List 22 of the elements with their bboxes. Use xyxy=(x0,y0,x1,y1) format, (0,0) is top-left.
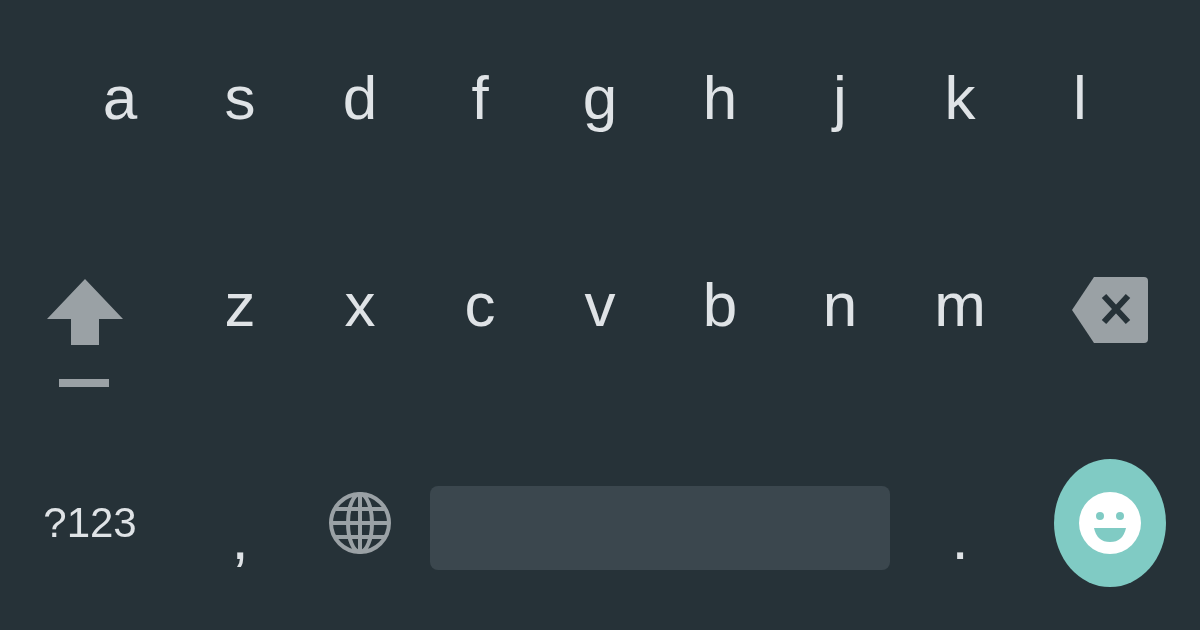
letter-key[interactable]: h xyxy=(702,66,738,129)
letter-key[interactable]: n xyxy=(822,274,858,336)
punctuation-key[interactable]: , xyxy=(231,506,249,569)
letter-key[interactable]: c xyxy=(464,274,496,336)
letter-key[interactable]: z xyxy=(224,274,256,336)
letter-key[interactable]: f xyxy=(471,66,489,129)
smiley-icon xyxy=(1079,491,1141,554)
letter-key[interactable]: l xyxy=(1073,66,1087,129)
letter-key[interactable]: d xyxy=(342,66,378,129)
letter-key[interactable]: m xyxy=(934,274,986,336)
letter-key[interactable]: k xyxy=(944,66,976,129)
punctuation-key[interactable]: . xyxy=(951,506,969,569)
letter-key[interactable]: a xyxy=(102,66,138,129)
backspace-icon xyxy=(1072,277,1148,343)
backspace-key[interactable] xyxy=(1072,277,1148,343)
globe-icon xyxy=(328,490,392,555)
globe-key[interactable] xyxy=(328,490,392,555)
letter-key[interactable]: x xyxy=(344,274,376,336)
symbols-key[interactable]: ?123 xyxy=(43,501,137,544)
letter-key[interactable]: s xyxy=(224,66,256,129)
letter-key[interactable]: v xyxy=(584,274,616,336)
letter-key[interactable]: b xyxy=(702,274,738,336)
